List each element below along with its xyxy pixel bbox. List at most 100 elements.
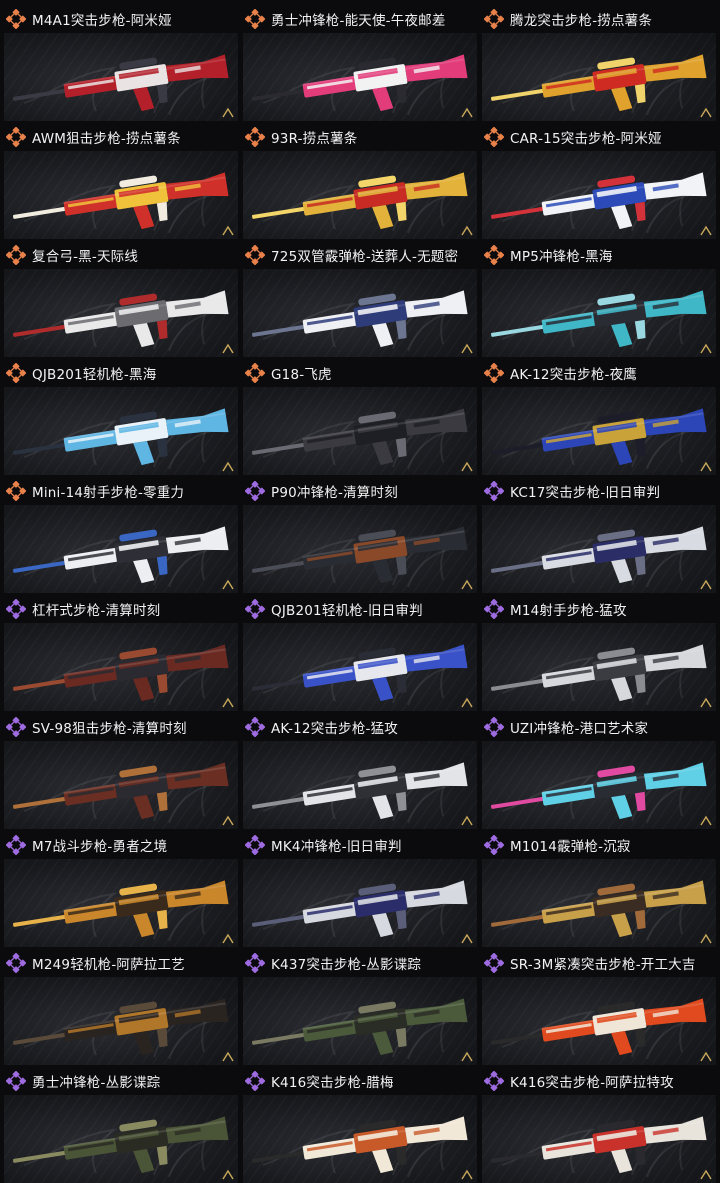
skin-card[interactable]: SR-3M紧凑突击步枪-开工大吉 — [482, 948, 716, 1065]
skin-title: M7战斗步枪-勇者之境 — [32, 838, 168, 855]
skin-card[interactable]: 勇士冲锋枪-丛影谍踪 — [4, 1066, 238, 1183]
corner-mark-icon — [700, 1170, 712, 1180]
skin-preview-image[interactable] — [243, 505, 477, 593]
skin-card[interactable]: AWM狙击步枪-捞点薯条 — [4, 122, 238, 239]
skin-card[interactable]: M249轻机枪-阿萨拉工艺 — [4, 948, 238, 1065]
skin-card-header: G18-飞虎 — [243, 358, 477, 387]
corner-mark-icon — [461, 344, 473, 354]
skin-grid: M4A1突击步枪-阿米娅 勇士冲锋枪-能天使-午夜邮差 腾龙突击步枪-捞点薯条 AWM… — [4, 4, 716, 1183]
orange-diamond-rarity-icon — [6, 8, 26, 29]
skin-card[interactable]: AK-12突击步枪-夜鹰 — [482, 358, 716, 475]
skin-preview-image[interactable] — [4, 859, 238, 947]
skin-preview-image[interactable] — [482, 741, 716, 829]
skin-preview-image[interactable] — [4, 1095, 238, 1183]
skin-preview-image[interactable] — [4, 269, 238, 357]
skin-card[interactable]: 复合弓-黑-天际线 — [4, 240, 238, 357]
corner-mark-icon — [461, 108, 473, 118]
skin-title: K416突击步枪-阿萨拉特攻 — [510, 1074, 674, 1091]
skin-card-header: 腾龙突击步枪-捞点薯条 — [482, 4, 716, 33]
corner-mark-icon — [222, 580, 234, 590]
skin-preview-image[interactable] — [4, 623, 238, 711]
skin-preview-image[interactable] — [4, 977, 238, 1065]
skin-card[interactable]: 725双管霰弹枪-送葬人-无题密 — [243, 240, 477, 357]
skin-preview-image[interactable] — [482, 977, 716, 1065]
skin-title: K437突击步枪-丛影谍踪 — [271, 956, 422, 973]
skin-preview-image[interactable] — [243, 269, 477, 357]
skin-card[interactable]: M1014霰弹枪-沉寂 — [482, 830, 716, 947]
skin-preview-image[interactable] — [4, 33, 238, 121]
skin-preview-image[interactable] — [243, 1095, 477, 1183]
skin-preview-image[interactable] — [243, 623, 477, 711]
skin-preview-image[interactable] — [243, 859, 477, 947]
skin-card[interactable]: QJB201轻机枪-黑海 — [4, 358, 238, 475]
weapon-skin-illustration — [13, 54, 229, 112]
skin-card[interactable]: AK-12突击步枪-猛攻 — [243, 712, 477, 829]
skin-card[interactable]: M14射手步枪-猛攻 — [482, 594, 716, 711]
skin-card[interactable]: 93R-捞点薯条 — [243, 122, 477, 239]
weapon-skin-illustration — [13, 290, 229, 348]
skin-card[interactable]: UZI冲锋枪-港口艺术家 — [482, 712, 716, 829]
weapon-skin-illustration — [13, 880, 229, 938]
skin-preview-image[interactable] — [4, 387, 238, 475]
skin-card[interactable]: CAR-15突击步枪-阿米娅 — [482, 122, 716, 239]
skin-preview-image[interactable] — [243, 151, 477, 239]
skin-preview-image[interactable] — [482, 859, 716, 947]
skin-preview-image[interactable] — [482, 151, 716, 239]
skin-card[interactable]: P90冲锋枪-清算时刻 — [243, 476, 477, 593]
skin-preview-image[interactable] — [4, 151, 238, 239]
skin-card[interactable]: M7战斗步枪-勇者之境 — [4, 830, 238, 947]
skin-preview-image[interactable] — [243, 387, 477, 475]
weapon-skin-illustration — [13, 526, 229, 584]
skin-title: M14射手步枪-猛攻 — [510, 602, 627, 619]
skin-card[interactable]: 勇士冲锋枪-能天使-午夜邮差 — [243, 4, 477, 121]
skin-card-header: M4A1突击步枪-阿米娅 — [4, 4, 238, 33]
weapon-skin-illustration — [252, 1116, 468, 1174]
orange-diamond-rarity-icon — [6, 244, 26, 265]
skin-preview-image[interactable] — [243, 977, 477, 1065]
weapon-skin-illustration — [491, 762, 707, 820]
skin-card[interactable]: 杠杆式步枪-清算时刻 — [4, 594, 238, 711]
skin-card[interactable]: Mini-14射手步枪-零重力 — [4, 476, 238, 593]
skin-card[interactable]: KC17突击步枪-旧日审判 — [482, 476, 716, 593]
purple-diamond-rarity-icon — [6, 716, 26, 737]
weapon-skin-illustration — [491, 408, 707, 466]
skin-preview-image[interactable] — [482, 33, 716, 121]
skin-card[interactable]: QJB201轻机枪-旧日审判 — [243, 594, 477, 711]
skin-card[interactable]: M4A1突击步枪-阿米娅 — [4, 4, 238, 121]
skin-card[interactable]: G18-飞虎 — [243, 358, 477, 475]
skin-preview-image[interactable] — [482, 269, 716, 357]
skin-preview-image[interactable] — [482, 1095, 716, 1183]
skin-preview-image[interactable] — [482, 505, 716, 593]
skin-card-header: MP5冲锋枪-黑海 — [482, 240, 716, 269]
skin-title: 杠杆式步枪-清算时刻 — [32, 602, 161, 619]
skin-card[interactable]: K416突击步枪-腊梅 — [243, 1066, 477, 1183]
weapon-skin-illustration — [252, 762, 468, 820]
skin-card-header: AK-12突击步枪-猛攻 — [243, 712, 477, 741]
skin-title: 勇士冲锋枪-丛影谍踪 — [32, 1074, 161, 1091]
purple-diamond-rarity-icon — [245, 834, 265, 855]
skin-preview-image[interactable] — [243, 741, 477, 829]
skin-card-header: 复合弓-黑-天际线 — [4, 240, 238, 269]
skin-title: MP5冲锋枪-黑海 — [510, 248, 613, 265]
purple-diamond-rarity-icon — [6, 952, 26, 973]
skin-preview-image[interactable] — [243, 33, 477, 121]
skin-card[interactable]: 腾龙突击步枪-捞点薯条 — [482, 4, 716, 121]
skin-card[interactable]: K416突击步枪-阿萨拉特攻 — [482, 1066, 716, 1183]
corner-mark-icon — [461, 1052, 473, 1062]
skin-preview-image[interactable] — [4, 741, 238, 829]
skin-card[interactable]: MP5冲锋枪-黑海 — [482, 240, 716, 357]
purple-diamond-rarity-icon — [484, 834, 504, 855]
weapon-skin-illustration — [252, 998, 468, 1056]
skin-card[interactable]: K437突击步枪-丛影谍踪 — [243, 948, 477, 1065]
skin-preview-image[interactable] — [4, 505, 238, 593]
corner-mark-icon — [700, 934, 712, 944]
skin-card[interactable]: SV-98狙击步枪-清算时刻 — [4, 712, 238, 829]
skin-card-header: K437突击步枪-丛影谍踪 — [243, 948, 477, 977]
skin-preview-image[interactable] — [482, 387, 716, 475]
purple-diamond-rarity-icon — [484, 598, 504, 619]
corner-mark-icon — [222, 816, 234, 826]
skin-card[interactable]: MK4冲锋枪-旧日审判 — [243, 830, 477, 947]
weapon-skin-illustration — [252, 408, 468, 466]
weapon-skin-illustration — [491, 526, 707, 584]
skin-preview-image[interactable] — [482, 623, 716, 711]
